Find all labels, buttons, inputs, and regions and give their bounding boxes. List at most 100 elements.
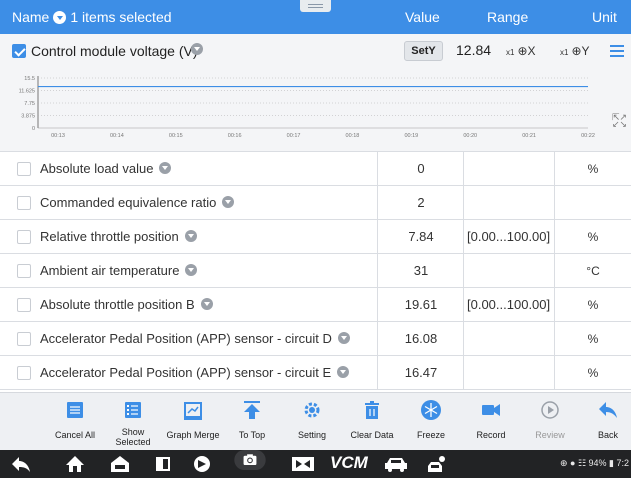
clear-data-button[interactable]: Clear Data: [342, 393, 402, 451]
zoom-x-button[interactable]: x1 ⊕X: [506, 44, 536, 58]
row-unit: %: [587, 332, 599, 346]
value-column-header: Value: [405, 9, 440, 25]
row-range: [464, 356, 554, 365]
cancel-all-button[interactable]: Cancel All: [45, 393, 105, 451]
zoom-y-icon: ⊕Y: [571, 44, 590, 58]
row-range: [0.00...100.00]: [467, 297, 551, 312]
table-row[interactable]: Accelerator Pedal Position (APP) sensor …: [0, 322, 631, 356]
row-checkbox[interactable]: [17, 298, 31, 312]
setting-label: Setting: [297, 430, 327, 440]
row-checkbox[interactable]: [17, 264, 31, 278]
to-top-button[interactable]: To Top: [222, 393, 282, 451]
row-unit-cell: %: [555, 220, 631, 253]
name-column-header[interactable]: Name 1 items selected: [12, 9, 172, 25]
back-nav-icon[interactable]: [10, 454, 32, 474]
row-unit-cell: °C: [555, 254, 631, 287]
record-label: Record: [476, 430, 506, 440]
unit-column-header: Unit: [592, 9, 617, 25]
table-row[interactable]: Ambient air temperature 31 °C: [0, 254, 631, 288]
chart-y-tick-label: 15.5: [24, 76, 35, 82]
graph-merge-label: Graph Merge: [166, 430, 220, 440]
to-top-label: To Top: [238, 430, 266, 440]
remote-support-icon[interactable]: [290, 454, 316, 474]
set-y-button[interactable]: SetY: [404, 41, 443, 61]
freeze-label: Freeze: [416, 430, 445, 440]
row-dropdown-icon[interactable]: [159, 162, 172, 174]
car-icon[interactable]: [383, 454, 409, 474]
row-name: Commanded equivalence ratio: [40, 195, 235, 210]
row-unit: %: [587, 366, 599, 380]
table-row[interactable]: Absolute load value 0%: [0, 152, 631, 186]
row-value: 7.84: [408, 229, 434, 244]
row-range: [464, 254, 554, 263]
screenshot-icon[interactable]: [228, 450, 272, 470]
row-checkbox[interactable]: [17, 196, 31, 210]
review-button[interactable]: Review: [520, 393, 580, 451]
table-row[interactable]: Accelerator Pedal Position (APP) sensor …: [0, 356, 631, 390]
graph-item-checkbox[interactable]: [12, 44, 26, 58]
row-dropdown-icon[interactable]: [337, 332, 350, 344]
home-nav-icon[interactable]: [64, 454, 86, 474]
data-manager-icon[interactable]: [425, 454, 451, 474]
selection-dropdown-icon[interactable]: [53, 10, 67, 24]
back-button[interactable]: Back: [578, 393, 631, 451]
row-dropdown-icon[interactable]: [222, 196, 235, 208]
back-arrow-icon: [599, 402, 617, 418]
zoom-y-button[interactable]: x1 ⊕Y: [560, 44, 590, 58]
row-name-text: Relative throttle position: [40, 229, 179, 244]
graph-merge-button[interactable]: Graph Merge: [163, 393, 223, 451]
chart-x-tick-label: 00:22: [581, 133, 595, 139]
system-navigation-bar: VCM ⊕ ● ☷ 94% ▮ 7:2: [0, 450, 631, 478]
row-unit: %: [587, 230, 599, 244]
row-name-cell: Relative throttle position: [0, 220, 378, 253]
graph-item-name: Control module voltage (V): [31, 43, 198, 59]
graph-item-dropdown-icon[interactable]: [191, 43, 203, 55]
snowflake-icon: [421, 400, 441, 420]
vehicle-home-icon[interactable]: [109, 454, 131, 474]
row-value: 19.61: [404, 297, 438, 312]
row-dropdown-icon[interactable]: [185, 264, 198, 276]
record-button[interactable]: Record: [461, 393, 521, 451]
row-name-cell: Absolute throttle position B: [0, 288, 378, 321]
row-checkbox[interactable]: [17, 162, 31, 176]
menu-icon[interactable]: [607, 42, 627, 60]
row-checkbox[interactable]: [17, 230, 31, 244]
table-row[interactable]: Absolute throttle position B 19.61 [0.00..…: [0, 288, 631, 322]
range-column-header: Range: [487, 9, 529, 25]
row-value-cell: 7.84: [378, 220, 464, 253]
freeze-button[interactable]: Freeze: [401, 393, 461, 451]
setting-button[interactable]: Setting: [282, 393, 342, 451]
row-value: 31: [413, 263, 429, 278]
show-selected-button[interactable]: Show Selected: [103, 393, 163, 451]
row-range-cell: [464, 356, 555, 389]
row-unit: %: [587, 298, 599, 312]
browser-icon[interactable]: [191, 454, 213, 474]
chart-x-tick-label: 00:16: [228, 133, 242, 139]
table-row[interactable]: Relative throttle position 7.84 [0.00...10…: [0, 220, 631, 254]
row-dropdown-icon[interactable]: [184, 230, 197, 242]
row-name-cell: Ambient air temperature: [0, 254, 378, 287]
drag-handle[interactable]: [300, 0, 331, 12]
recent-apps-icon[interactable]: [152, 454, 174, 474]
cancel-all-icon: [67, 402, 83, 418]
vcm-icon[interactable]: VCM: [330, 453, 368, 473]
row-dropdown-icon[interactable]: [200, 298, 213, 310]
trash-icon: [365, 401, 379, 419]
row-value-cell: 31: [378, 254, 464, 287]
row-name: Absolute load value: [40, 161, 172, 176]
cancel-all-label: Cancel All: [54, 430, 96, 440]
row-dropdown-icon[interactable]: [337, 366, 350, 378]
graph-item-value: 12.84: [456, 42, 492, 58]
chart-x-tick-label: 00:18: [346, 133, 360, 139]
row-name: Ambient air temperature: [40, 263, 198, 278]
row-range: [464, 152, 554, 161]
row-unit: °C: [586, 264, 600, 278]
expand-icon[interactable]: ⇱↗ ↙↘: [612, 113, 627, 129]
row-checkbox[interactable]: [17, 366, 31, 380]
row-name-text: Commanded equivalence ratio: [40, 195, 217, 210]
row-checkbox[interactable]: [17, 332, 31, 346]
row-range: [0.00...100.00]: [467, 229, 551, 244]
table-row[interactable]: Commanded equivalence ratio 2: [0, 186, 631, 220]
chart-y-tick-label: 7.75: [24, 101, 35, 107]
row-value-cell: 19.61: [378, 288, 464, 321]
